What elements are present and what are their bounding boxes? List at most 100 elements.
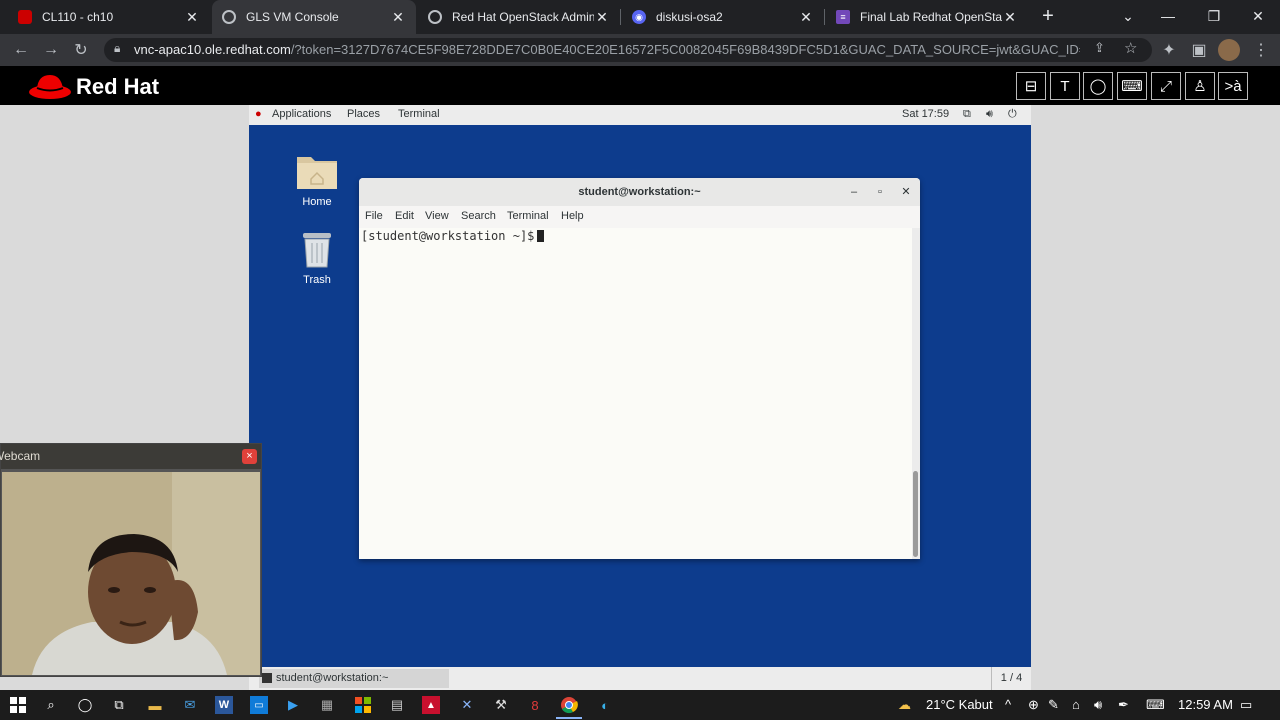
speaker-icon[interactable]: 🔊︎ [1094,697,1102,713]
network-icon[interactable]: ⧉ [963,108,971,121]
minimize-icon[interactable]: — [1148,0,1188,32]
close-icon[interactable]: ✕ [390,9,406,26]
taskbar-terminal-item[interactable]: student@workstation:~ [259,669,449,688]
edge-icon[interactable]: ◐ [596,696,614,714]
close-icon[interactable]: ✕ [898,184,914,200]
tab-gls-vm-console[interactable]: GLS VM Console ✕ [212,0,416,34]
cortana-circle-icon[interactable]: ◯ [76,696,94,714]
vm-desktop[interactable]: ● Applications Places Terminal Sat 17:59… [249,105,1031,690]
reload-icon[interactable]: ↻ [70,39,92,61]
network-tool-icon[interactable]: ✕ [458,696,476,714]
app-red-icon[interactable]: ▲ [422,696,440,714]
scrollbar-thumb[interactable] [913,471,918,557]
remote-desktop-icon[interactable]: ▭ [250,696,268,714]
language-button[interactable]: >à [1218,72,1248,100]
side-panel-icon[interactable]: ▣ [1188,39,1210,61]
browser-toolbar: ← → ↻ 🔒︎ vnc-apac10.ole.redhat.com/?toke… [0,34,1280,66]
terminal-menubar: File Edit View Search Terminal Help [359,206,920,228]
search-icon[interactable]: ⌕ [42,696,60,714]
redhat-favicon-icon [18,10,32,24]
terminal-window[interactable]: student@workstation:~ – ▫ ✕ File Edit Vi… [359,178,920,559]
active-app-indicator [556,717,582,719]
globe-favicon-icon [428,10,442,24]
power-icon[interactable]: ⏻ [1008,108,1017,121]
menu-terminal[interactable]: Terminal [507,210,549,222]
menu-view[interactable]: View [425,210,449,222]
menu-help[interactable]: Help [561,210,584,222]
trash-icon [303,233,331,268]
mail-icon[interactable]: ✉ [181,696,199,714]
back-arrow-icon[interactable]: ← [10,39,32,61]
webcam-window[interactable]: Webcam × [0,443,262,677]
tab-search-chevron-icon[interactable]: ⌄ [1108,0,1148,32]
ime-icon[interactable]: ✎ [1048,697,1059,713]
pen-icon[interactable]: ✒ [1118,697,1129,713]
text-tool-button[interactable]: T [1050,72,1080,100]
meet-icon[interactable]: ⊕ [1028,697,1039,713]
tab-final-lab[interactable]: ≡ Final Lab Redhat OpenStack ✕ [826,0,1028,34]
network-wifi-icon[interactable]: ⌂ [1072,697,1080,712]
kebab-menu-icon[interactable]: ⋮ [1250,39,1272,61]
tab-cl110[interactable]: CL110 - ch10 ✕ [8,0,210,34]
touch-keyboard-icon[interactable]: ⌨ [1146,697,1165,713]
chevron-up-icon[interactable]: ^ [1005,697,1011,712]
calculator-icon[interactable]: ▦ [318,696,336,714]
close-icon[interactable]: ✕ [594,9,610,26]
extensions-puzzle-icon[interactable]: ✦ [1158,39,1180,61]
user-lock-icon[interactable]: ♙ [1185,72,1215,100]
minimize-icon[interactable]: – [846,184,862,200]
new-tab-button[interactable]: + [1028,0,1068,32]
tab-redhat-openstack[interactable]: Red Hat OpenStack Administ ✕ [418,0,620,34]
applications-menu[interactable]: Applications [272,108,331,120]
clock-time[interactable]: 12:59 AM [1178,697,1233,712]
share-icon[interactable]: ⇪ [1094,40,1105,56]
terminal-app-icon [262,673,272,683]
media-player-icon[interactable]: ▶ [284,696,302,714]
gnome-bottom-bar: student@workstation:~ 1 / 4 [249,667,1031,690]
volume-icon[interactable]: 🔊︎ [986,108,993,121]
profile-avatar[interactable] [1218,39,1240,61]
bookmark-star-icon[interactable]: ☆ [1124,39,1137,57]
places-menu[interactable]: Places [347,108,380,120]
terminal-body[interactable]: [student@workstation ~]$ [359,228,912,559]
close-window-icon[interactable]: ✕ [1238,0,1278,32]
maximize-icon[interactable]: ▫ [872,184,888,200]
snipping-tool-icon[interactable]: ▤ [388,696,406,714]
workspace-indicator[interactable]: 1 / 4 [991,667,1031,690]
task-label: student@workstation:~ [276,672,389,684]
menu-search[interactable]: Search [461,210,496,222]
office-icon[interactable] [354,696,372,714]
tab-label: GLS VM Console [246,10,339,24]
terminal-menu[interactable]: Terminal [398,108,440,120]
weather-text[interactable]: 21°C Kabut [926,697,993,712]
close-icon[interactable]: ✕ [184,9,200,26]
tool-icon[interactable]: ⚒ [492,696,510,714]
menu-edit[interactable]: Edit [395,210,414,222]
trash-desktop-icon[interactable]: Trash [287,227,347,286]
forward-arrow-icon[interactable]: → [40,39,62,61]
home-desktop-icon[interactable]: Home [287,149,347,208]
address-bar[interactable]: 🔒︎ vnc-apac10.ole.redhat.com/?token=3127… [104,38,1152,62]
clipboard-off-icon[interactable]: ⊟ [1016,72,1046,100]
tab-label: Final Lab Redhat OpenStack [860,10,1002,24]
app-8-icon[interactable]: 8 [526,696,544,714]
keyboard-icon[interactable]: ⌨ [1117,72,1147,100]
redhat-header: Red Hat ⊟ T ◯ ⌨ ⤢ ♙ >à [0,66,1280,105]
chrome-icon[interactable] [560,696,578,714]
refresh-circle-icon[interactable]: ◯ [1083,72,1113,100]
menu-file[interactable]: File [365,210,383,222]
close-icon[interactable]: ✕ [1002,9,1018,26]
terminal-scrollbar[interactable] [912,228,920,559]
tab-diskusi-osa2[interactable]: ◉ diskusi-osa2 ✕ [622,0,824,34]
close-icon[interactable]: ✕ [798,9,814,26]
file-explorer-icon[interactable]: ▬ [146,696,164,714]
windows-start-icon[interactable] [9,696,27,714]
task-view-icon[interactable]: ⧉ [110,696,128,714]
clock[interactable]: Sat 17:59 [902,108,949,120]
close-icon[interactable]: × [242,449,257,464]
notifications-icon[interactable]: ▭ [1240,697,1252,713]
restore-icon[interactable]: ❐ [1194,0,1234,32]
fullscreen-off-icon[interactable]: ⤢ [1151,72,1181,100]
discord-favicon-icon: ◉ [632,10,646,24]
word-icon[interactable]: W [215,696,233,714]
